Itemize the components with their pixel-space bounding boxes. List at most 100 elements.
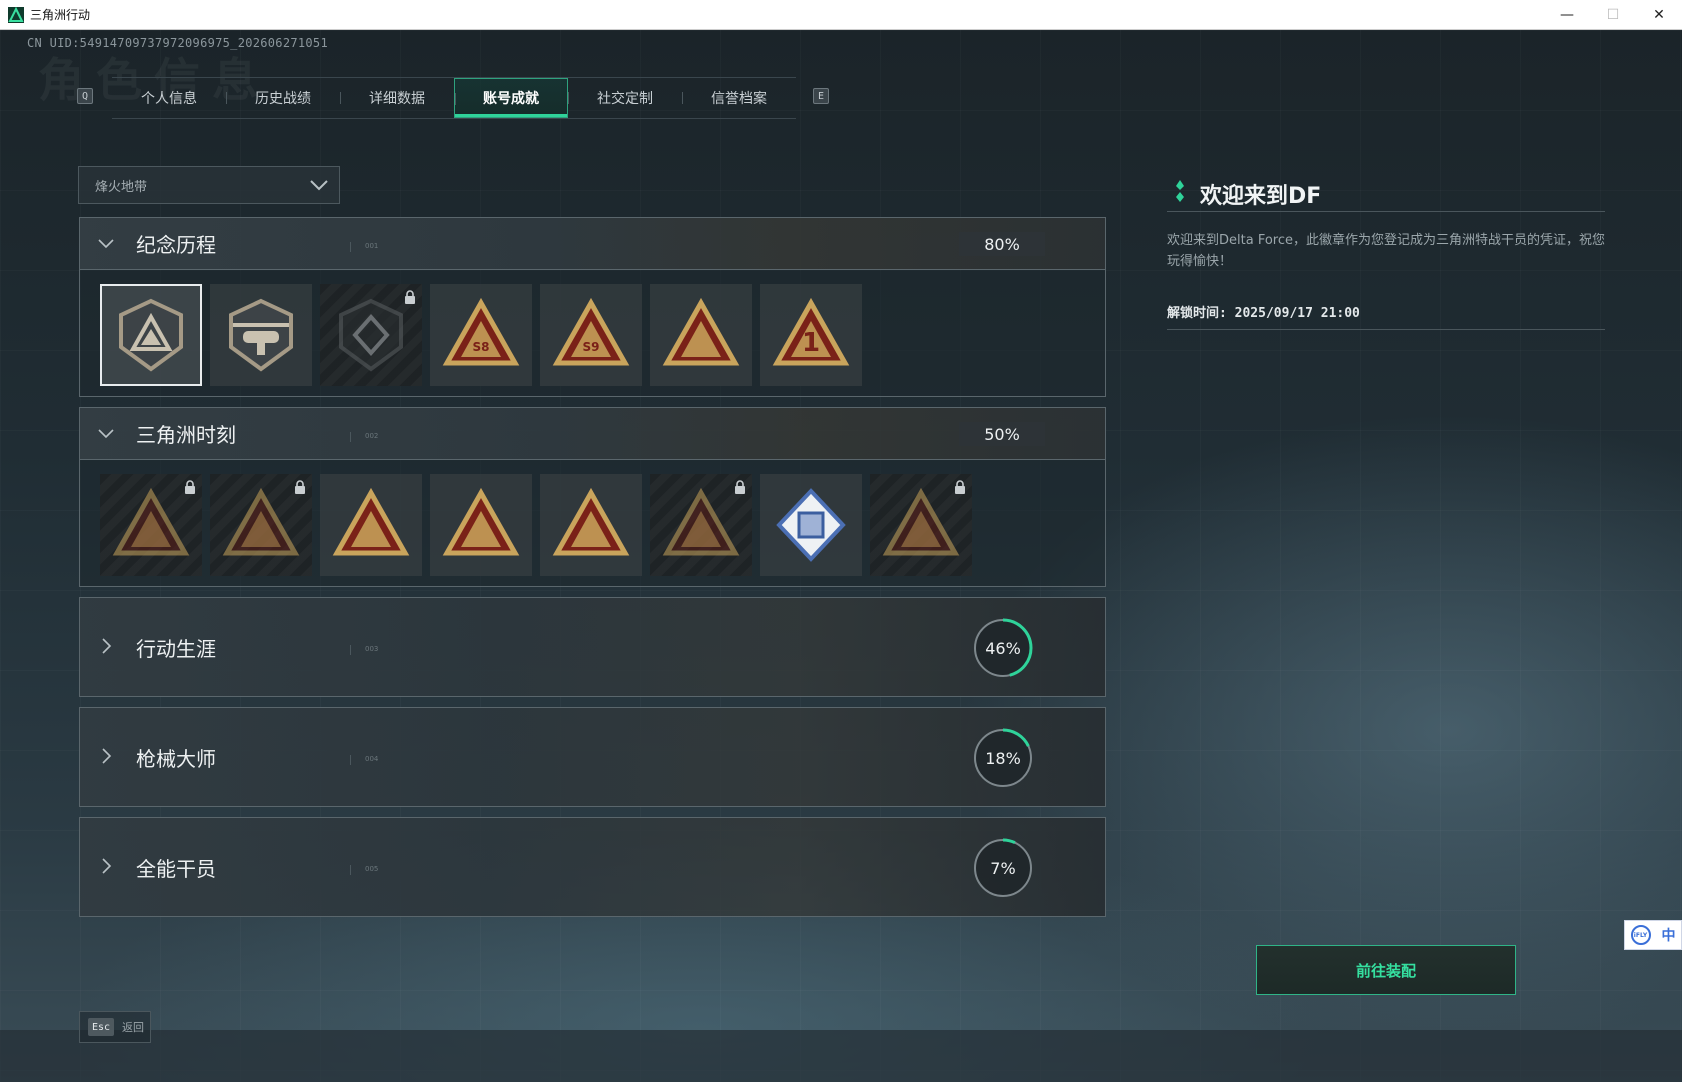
category-header[interactable]: 全能干员 005 7% bbox=[80, 818, 1105, 916]
diamond-marker-icon bbox=[1176, 180, 1184, 202]
badge-row: S8 S9 1 bbox=[80, 270, 1105, 398]
achievement-badge[interactable]: S9 bbox=[540, 284, 642, 386]
category-header[interactable]: 三角洲时刻 002 50% bbox=[80, 408, 1105, 460]
category-delta-moments: 三角洲时刻 002 50% bbox=[79, 407, 1106, 587]
category-title: 三角洲时刻 bbox=[136, 423, 236, 447]
svg-text:S9: S9 bbox=[583, 340, 600, 354]
category-all-round-operator[interactable]: 全能干员 005 7% bbox=[79, 817, 1106, 917]
app-logo-icon bbox=[8, 6, 24, 23]
cube-badge-icon bbox=[776, 488, 846, 562]
tab-detailed-data[interactable]: 详细数据 bbox=[340, 78, 454, 118]
fish-badge-icon bbox=[662, 487, 740, 556]
robot-badge-icon bbox=[112, 487, 190, 556]
category-memorial: 纪念历程 001 80% S8 S9 1 bbox=[79, 217, 1106, 397]
go-equip-button[interactable]: 前往装配 bbox=[1256, 945, 1516, 995]
achievement-title: 欢迎来到DF bbox=[1200, 184, 1322, 209]
game-viewport: 角色信息 CN UID:5491470973797209697­5_202606… bbox=[0, 30, 1682, 1082]
bottom-bar bbox=[0, 1030, 1682, 1082]
badge-row bbox=[80, 460, 1105, 588]
achievement-badge[interactable] bbox=[760, 474, 862, 576]
svg-text:S8: S8 bbox=[473, 340, 490, 354]
achievement-badge[interactable] bbox=[210, 284, 312, 386]
dragon-badge-icon bbox=[552, 487, 630, 556]
mode-select-value: 烽火地带 bbox=[95, 179, 148, 195]
back-label: 返回 bbox=[122, 1021, 144, 1034]
achievement-badge[interactable] bbox=[210, 474, 312, 576]
achievement-badge[interactable] bbox=[540, 474, 642, 576]
divider bbox=[1167, 211, 1605, 212]
esc-key-hint: Esc bbox=[88, 1018, 114, 1036]
squad-badge-icon bbox=[442, 487, 520, 556]
category-header[interactable]: 枪械大师 004 18% bbox=[80, 708, 1105, 806]
tab-next-key-hint[interactable]: E bbox=[813, 88, 829, 104]
player-uid: CN UID:5491470973797209697­5_20260627105… bbox=[27, 36, 328, 50]
category-progress: 50% bbox=[959, 422, 1045, 446]
fortune-badge-icon bbox=[662, 297, 740, 366]
category-progress: 80% bbox=[959, 232, 1045, 256]
achievement-badge[interactable] bbox=[650, 474, 752, 576]
tab-prev-key-hint[interactable]: Q bbox=[77, 88, 93, 104]
chevron-down-icon bbox=[98, 239, 114, 249]
achievement-badge[interactable] bbox=[320, 284, 422, 386]
achievement-badge[interactable] bbox=[870, 474, 972, 576]
emblem-badge-icon bbox=[882, 487, 960, 556]
climber-badge-icon bbox=[222, 487, 300, 556]
maximize-button[interactable]: ☐ bbox=[1590, 0, 1636, 30]
unlock-time: 解锁时间: 2025/09/17 21:00 bbox=[1167, 306, 1360, 321]
category-weapon-master[interactable]: 枪械大师 004 18% bbox=[79, 707, 1106, 807]
divider bbox=[1167, 329, 1605, 330]
category-title: 行动生涯 bbox=[136, 636, 216, 661]
chevron-down-icon bbox=[310, 180, 328, 191]
first-place-badge-icon: 1 bbox=[772, 297, 850, 366]
achievement-badge[interactable] bbox=[430, 474, 532, 576]
achievement-badge[interactable] bbox=[100, 474, 202, 576]
chevron-right-icon bbox=[102, 638, 112, 654]
category-title: 枪械大师 bbox=[136, 746, 216, 771]
category-title: 纪念历程 bbox=[136, 233, 216, 257]
lock-icon bbox=[955, 480, 965, 494]
chevron-down-icon bbox=[98, 429, 114, 439]
category-progress: 7% bbox=[990, 858, 1016, 878]
achievement-badge[interactable] bbox=[320, 474, 422, 576]
svg-text:1: 1 bbox=[802, 328, 820, 358]
category-index: 005 bbox=[350, 865, 378, 875]
tab-achievements[interactable]: 账号成就 bbox=[454, 78, 568, 118]
back-button[interactable]: Esc 返回 bbox=[79, 1011, 151, 1043]
window-titlebar: 三角洲行动 — ☐ ✕ bbox=[0, 0, 1682, 30]
tab-match-history[interactable]: 历史战绩 bbox=[226, 78, 340, 118]
category-index: 004 bbox=[350, 755, 378, 765]
category-progress: 18% bbox=[985, 748, 1021, 768]
close-button[interactable]: ✕ bbox=[1636, 0, 1682, 30]
category-title: 全能干员 bbox=[136, 856, 216, 881]
achievement-badge[interactable]: 1 bbox=[760, 284, 862, 386]
mode-select[interactable]: 烽火地带 bbox=[78, 166, 340, 204]
minimize-button[interactable]: — bbox=[1544, 0, 1590, 30]
tab-personal-info[interactable]: 个人信息 bbox=[112, 78, 226, 118]
tab-social-custom[interactable]: 社交定制 bbox=[568, 78, 682, 118]
achievement-description: 欢迎来到Delta Force，此徽章作为您登记成为三角洲特战干员的凭证，祝您玩… bbox=[1167, 233, 1605, 269]
category-progress: 46% bbox=[985, 638, 1021, 658]
tab-credit-record[interactable]: 信誉档案 bbox=[682, 78, 796, 118]
lock-icon bbox=[185, 480, 195, 494]
s8-season-badge-icon: S8 bbox=[442, 297, 520, 366]
achievement-badge[interactable]: S8 bbox=[430, 284, 532, 386]
ime-logo-icon: iFLY bbox=[1630, 925, 1651, 945]
dice-badge-icon bbox=[332, 487, 410, 556]
category-index: 002 bbox=[350, 432, 378, 442]
lock-icon bbox=[735, 480, 745, 494]
tab-bar: 个人信息 历史战绩 详细数据 账号成就 社交定制 信誉档案 bbox=[112, 77, 796, 119]
chevron-right-icon bbox=[102, 748, 112, 764]
category-header[interactable]: 纪念历程 001 80% bbox=[80, 218, 1105, 270]
window-title: 三角洲行动 bbox=[30, 8, 91, 22]
s9-season-badge-icon: S9 bbox=[552, 297, 630, 366]
ime-language: 中 bbox=[1661, 928, 1676, 944]
category-header[interactable]: 行动生涯 003 46% bbox=[80, 598, 1105, 696]
lock-icon bbox=[295, 480, 305, 494]
ime-indicator[interactable]: iFLY 中 bbox=[1624, 920, 1682, 950]
category-operation-career[interactable]: 行动生涯 003 46% bbox=[79, 597, 1106, 697]
achievement-badge[interactable] bbox=[650, 284, 752, 386]
achievement-badge[interactable] bbox=[100, 284, 202, 386]
delta-shield-badge-icon bbox=[119, 298, 183, 372]
lock-icon bbox=[405, 290, 415, 304]
category-index: 003 bbox=[350, 645, 378, 655]
